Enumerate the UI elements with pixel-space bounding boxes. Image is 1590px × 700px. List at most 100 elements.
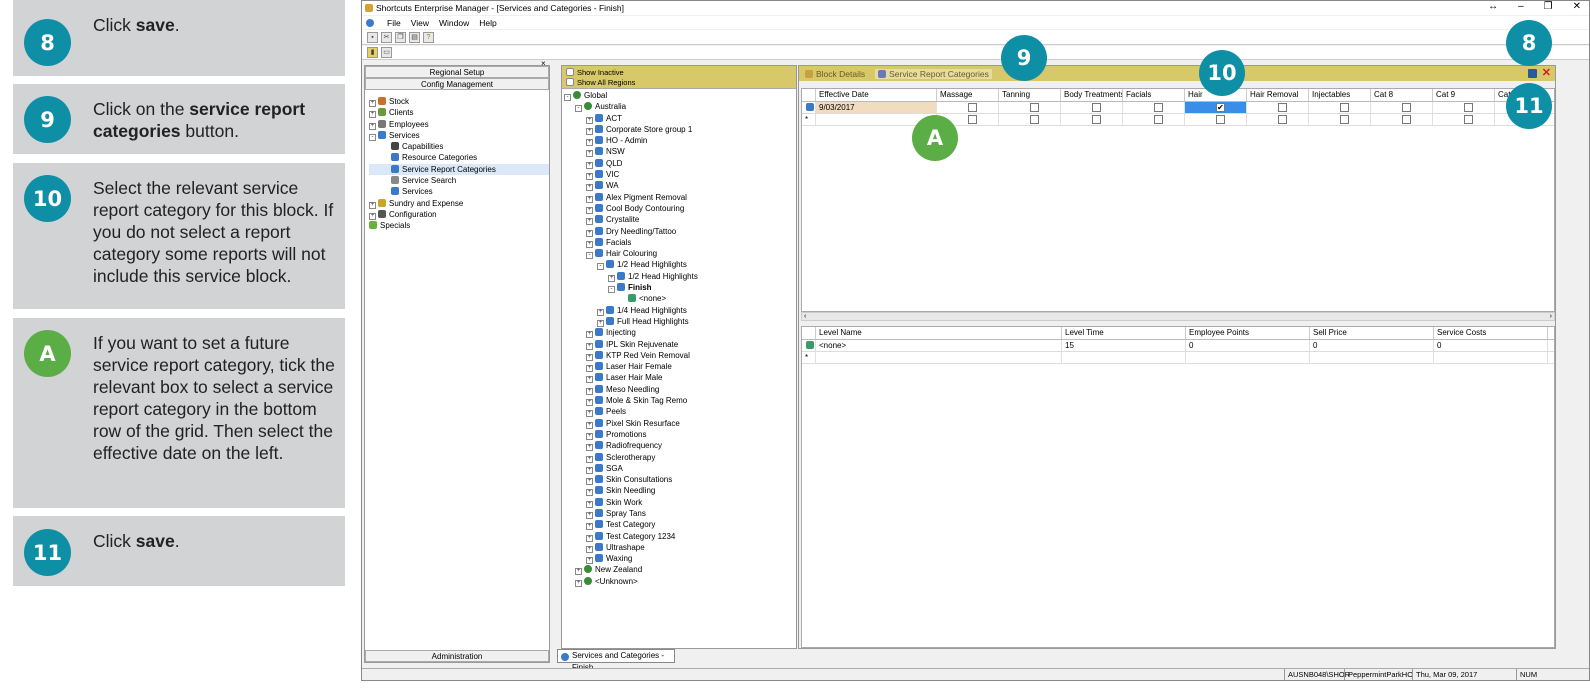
service-tree-item[interactable]: + IPL Skin Rejuvenate: [564, 339, 796, 350]
service-tree-item[interactable]: + Radiofrequency: [564, 440, 796, 452]
column-header[interactable]: Injectables: [1309, 89, 1371, 101]
category-checkbox[interactable]: [968, 103, 977, 112]
service-tree-item[interactable]: + Promotions: [564, 429, 796, 440]
table-row[interactable]: <none> 15 0 0 0: [802, 340, 1554, 352]
column-header[interactable]: Hair Removal: [1247, 89, 1309, 101]
expand-icon[interactable]: +: [586, 240, 593, 248]
service-tree-item[interactable]: + Crystalite: [564, 214, 796, 226]
column-header[interactable]: Service Costs: [1434, 327, 1548, 339]
service-tree-item[interactable]: + Skin Consultations: [564, 474, 796, 486]
expand-icon[interactable]: +: [586, 466, 593, 474]
nav-tree-item[interactable]: Service Search: [369, 175, 549, 186]
grid-cell[interactable]: [1123, 102, 1185, 113]
grid-cell[interactable]: [816, 352, 1062, 363]
expand-icon[interactable]: +: [586, 545, 593, 553]
category-checkbox[interactable]: [1278, 103, 1287, 112]
service-tree-item[interactable]: + <Unknown>: [564, 576, 796, 587]
expand-icon[interactable]: -: [575, 105, 582, 113]
column-header[interactable]: Cat 8: [1371, 89, 1433, 101]
paste-icon[interactable]: ▤: [409, 31, 420, 43]
column-header[interactable]: Employee Points: [1186, 327, 1310, 339]
resize-icon[interactable]: ↔: [1488, 1, 1498, 12]
service-tree-item[interactable]: - 1/2 Head Highlights: [564, 259, 796, 271]
service-tree-item[interactable]: + Skin Needling: [564, 485, 796, 497]
expand-icon[interactable]: +: [369, 212, 376, 220]
grid-cell[interactable]: [1371, 102, 1433, 113]
expand-icon[interactable]: +: [586, 139, 593, 147]
expand-icon[interactable]: +: [586, 195, 593, 203]
service-tree-item[interactable]: + Alex Pigment Removal: [564, 192, 796, 203]
show-all-regions-toggle[interactable]: Show All Regions: [566, 78, 792, 88]
expand-icon[interactable]: +: [586, 410, 593, 418]
expand-icon[interactable]: +: [597, 319, 604, 327]
column-header[interactable]: Cat 9: [1433, 89, 1495, 101]
category-checkbox[interactable]: [1092, 103, 1101, 112]
expand-icon[interactable]: +: [586, 342, 593, 350]
service-tree-item[interactable]: + Peels: [564, 406, 796, 418]
expand-icon[interactable]: +: [586, 376, 593, 384]
grid-cell[interactable]: [1309, 102, 1371, 113]
grid-cell[interactable]: 0: [1434, 340, 1548, 351]
expand-icon[interactable]: +: [369, 100, 376, 107]
expand-icon[interactable]: +: [586, 557, 593, 565]
delete-icon[interactable]: ✕: [1542, 66, 1551, 79]
category-checkbox[interactable]: [1464, 103, 1473, 112]
grid-cell[interactable]: [1186, 352, 1310, 363]
category-checkbox[interactable]: [1030, 115, 1039, 124]
grid-cell[interactable]: [1433, 102, 1495, 113]
service-tree-item[interactable]: + HO - Admin: [564, 135, 796, 147]
expand-icon[interactable]: +: [586, 444, 593, 452]
tab-block-details[interactable]: Block Details: [805, 69, 865, 79]
service-tree-item[interactable]: + Corporate Store group 1: [564, 124, 796, 135]
nav-tree-item[interactable]: + Configuration: [369, 209, 549, 220]
expand-icon[interactable]: +: [586, 173, 593, 181]
nav-tree-item[interactable]: Service Report Categories: [369, 163, 549, 176]
grid-cell[interactable]: [999, 114, 1061, 125]
administration-button[interactable]: Administration: [365, 650, 549, 662]
service-tree-item[interactable]: + Ultrashape: [564, 542, 796, 553]
category-checkbox[interactable]: [968, 115, 977, 124]
expand-icon[interactable]: +: [575, 579, 582, 587]
grid-cell[interactable]: [1309, 114, 1371, 125]
expand-icon[interactable]: +: [586, 478, 593, 486]
service-tree-item[interactable]: + ACT: [564, 113, 796, 124]
service-tree-item[interactable]: + NSW: [564, 146, 796, 158]
service-tree-item[interactable]: + KTP Red Vein Removal: [564, 350, 796, 361]
grid-cell[interactable]: [1434, 352, 1548, 363]
nav-tree-item[interactable]: Specials: [369, 220, 549, 231]
service-tree-item[interactable]: - Hair Colouring: [564, 248, 796, 260]
horizontal-scrollbar[interactable]: ‹ ›: [801, 312, 1555, 321]
expand-icon[interactable]: -: [608, 286, 615, 294]
service-tree-item[interactable]: + SGA: [564, 463, 796, 474]
expand-icon[interactable]: +: [586, 365, 593, 373]
expand-icon[interactable]: +: [586, 184, 593, 192]
service-tree-item[interactable]: + QLD: [564, 158, 796, 169]
expand-icon[interactable]: +: [586, 511, 593, 519]
column-header[interactable]: Level Name: [816, 327, 1062, 339]
expand-icon[interactable]: +: [575, 568, 582, 576]
column-header[interactable]: Facials: [1123, 89, 1185, 101]
expand-icon[interactable]: -: [597, 263, 604, 271]
expand-icon[interactable]: +: [586, 331, 593, 339]
nav-tree-item[interactable]: Capabilities: [369, 141, 549, 152]
category-checkbox[interactable]: ✔: [1216, 103, 1225, 112]
document-tab[interactable]: Services and Categories - Finish: [557, 649, 675, 672]
menu-view[interactable]: View: [411, 18, 429, 28]
nav-tree-item[interactable]: Resource Categories: [369, 152, 549, 163]
nav-tree-item[interactable]: + Sundry and Expense: [369, 198, 549, 209]
grid-cell[interactable]: [999, 102, 1061, 113]
category-checkbox[interactable]: [1154, 103, 1163, 112]
service-tree-item[interactable]: + Meso Needling: [564, 384, 796, 395]
regional-setup-button[interactable]: Regional Setup: [365, 66, 549, 78]
expand-icon[interactable]: +: [586, 399, 593, 407]
service-tree-item[interactable]: + Full Head Highlights: [564, 316, 796, 327]
service-tree-item[interactable]: - Australia: [564, 101, 796, 113]
cut-icon[interactable]: ✂: [381, 31, 392, 43]
grid-cell[interactable]: 9/03/2017: [816, 102, 937, 113]
service-tree-item[interactable]: + Skin Work: [564, 497, 796, 508]
column-header[interactable]: Level Time: [1062, 327, 1186, 339]
service-tree-item[interactable]: + Waxing: [564, 553, 796, 565]
grid-cell[interactable]: 0: [1186, 340, 1310, 351]
minimize-button[interactable]: –: [1518, 1, 1524, 12]
service-tree-item[interactable]: + Cool Body Contouring: [564, 203, 796, 214]
